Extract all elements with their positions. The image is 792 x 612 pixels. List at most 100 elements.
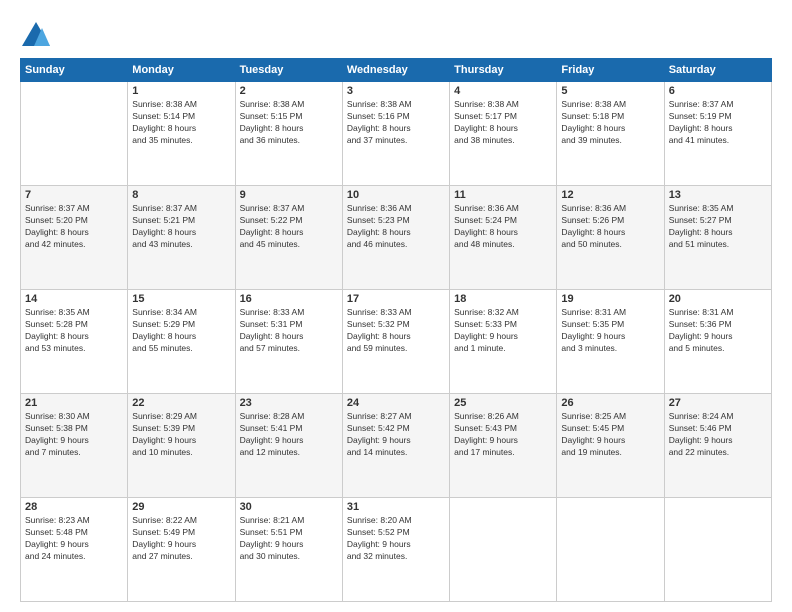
col-friday: Friday [557,59,664,82]
calendar-cell: 5Sunrise: 8:38 AMSunset: 5:18 PMDaylight… [557,82,664,186]
cell-info: Sunrise: 8:37 AMSunset: 5:21 PMDaylight:… [132,203,230,251]
logo [20,20,56,48]
calendar-week-row: 28 Sunrise: 8:23 AMSunset: 5:48 PMDayligh… [21,498,772,602]
cell-date-number: 4 [454,85,552,97]
cell-date-number: 1 [132,85,230,97]
cell-info: Sunrise: 8:37 AMSunset: 5:22 PMDaylight:… [240,203,338,251]
calendar-cell [557,498,664,602]
cell-info: Sunrise: 8:28 AMSunset: 5:41 PMDaylight:… [240,411,338,459]
cell-info: Sunrise: 8:36 AMSunset: 5:23 PMDaylight:… [347,203,445,251]
cell-info: Sunrise: 8:23 AMSunset: 5:48 PMDaylight:… [25,515,123,563]
calendar-cell: 6 Sunrise: 8:37 AMSunset: 5:19 PMDaylight… [664,82,771,186]
page: Sunday Monday Tuesday Wednesday Thursday… [0,0,792,612]
cell-date-number: 19 [561,293,659,305]
cell-date-number: 22 [132,397,230,409]
calendar-cell: 26Sunrise: 8:25 AMSunset: 5:45 PMDayligh… [557,394,664,498]
cell-date-number: 31 [347,501,445,513]
cell-date-number: 3 [347,85,445,97]
cell-info: Sunrise: 8:38 AMSunset: 5:16 PMDaylight:… [347,99,445,147]
calendar-cell: 27Sunrise: 8:24 AMSunset: 5:46 PMDayligh… [664,394,771,498]
col-saturday: Saturday [664,59,771,82]
calendar-cell: 20 Sunrise: 8:31 AMSunset: 5:36 PMDayligh… [664,290,771,394]
cell-info: Sunrise: 8:30 AMSunset: 5:38 PMDaylight:… [25,411,123,459]
cell-info: Sunrise: 8:36 AMSunset: 5:26 PMDaylight:… [561,203,659,251]
calendar-cell: 10 Sunrise: 8:36 AMSunset: 5:23 PMDayligh… [342,186,449,290]
cell-date-number: 16 [240,293,338,305]
calendar-cell: 29Sunrise: 8:22 AMSunset: 5:49 PMDayligh… [128,498,235,602]
col-tuesday: Tuesday [235,59,342,82]
cell-date-number: 23 [240,397,338,409]
cell-info: Sunrise: 8:27 AMSunset: 5:42 PMDaylight:… [347,411,445,459]
calendar-cell [664,498,771,602]
calendar-week-row: 14 Sunrise: 8:35 AMSunset: 5:28 PMDayligh… [21,290,772,394]
logo-icon [20,20,52,48]
calendar-cell: 7Sunrise: 8:37 AMSunset: 5:20 PMDaylight… [21,186,128,290]
col-wednesday: Wednesday [342,59,449,82]
calendar-cell: 14 Sunrise: 8:35 AMSunset: 5:28 PMDayligh… [21,290,128,394]
calendar-cell: 16 Sunrise: 8:33 AMSunset: 5:31 PMDayligh… [235,290,342,394]
calendar-week-row: 7Sunrise: 8:37 AMSunset: 5:20 PMDaylight… [21,186,772,290]
calendar-cell: 19 Sunrise: 8:31 AMSunset: 5:35 PMDayligh… [557,290,664,394]
cell-info: Sunrise: 8:37 AMSunset: 5:19 PMDaylight:… [669,99,767,147]
col-thursday: Thursday [450,59,557,82]
cell-date-number: 29 [132,501,230,513]
calendar-cell: 28 Sunrise: 8:23 AMSunset: 5:48 PMDayligh… [21,498,128,602]
cell-date-number: 20 [669,293,767,305]
cell-date-number: 6 [669,85,767,97]
cell-date-number: 27 [669,397,767,409]
cell-date-number: 25 [454,397,552,409]
calendar-week-row: 21 Sunrise: 8:30 AMSunset: 5:38 PMDayligh… [21,394,772,498]
cell-date-number: 14 [25,293,123,305]
cell-date-number: 28 [25,501,123,513]
cell-info: Sunrise: 8:25 AMSunset: 5:45 PMDaylight:… [561,411,659,459]
calendar-cell: 17 Sunrise: 8:33 AMSunset: 5:32 PMDayligh… [342,290,449,394]
cell-info: Sunrise: 8:20 AMSunset: 5:52 PMDaylight:… [347,515,445,563]
calendar-cell: 9 Sunrise: 8:37 AMSunset: 5:22 PMDaylight… [235,186,342,290]
calendar-cell: 24 Sunrise: 8:27 AMSunset: 5:42 PMDayligh… [342,394,449,498]
cell-info: Sunrise: 8:29 AMSunset: 5:39 PMDaylight:… [132,411,230,459]
cell-date-number: 2 [240,85,338,97]
calendar-cell [450,498,557,602]
cell-info: Sunrise: 8:31 AMSunset: 5:35 PMDaylight:… [561,307,659,355]
cell-date-number: 17 [347,293,445,305]
cell-date-number: 12 [561,189,659,201]
calendar-cell: 23 Sunrise: 8:28 AMSunset: 5:41 PMDayligh… [235,394,342,498]
cell-info: Sunrise: 8:33 AMSunset: 5:32 PMDaylight:… [347,307,445,355]
calendar-cell [21,82,128,186]
calendar-cell: 21 Sunrise: 8:30 AMSunset: 5:38 PMDayligh… [21,394,128,498]
calendar-cell: 2Sunrise: 8:38 AMSunset: 5:15 PMDaylight… [235,82,342,186]
cell-date-number: 24 [347,397,445,409]
cell-info: Sunrise: 8:38 AMSunset: 5:17 PMDaylight:… [454,99,552,147]
cell-info: Sunrise: 8:32 AMSunset: 5:33 PMDaylight:… [454,307,552,355]
cell-date-number: 10 [347,189,445,201]
col-sunday: Sunday [21,59,128,82]
calendar-cell: 1 Sunrise: 8:38 AMSunset: 5:14 PMDaylight… [128,82,235,186]
calendar-cell: 15Sunrise: 8:34 AMSunset: 5:29 PMDayligh… [128,290,235,394]
header [20,20,772,48]
calendar-cell: 18Sunrise: 8:32 AMSunset: 5:33 PMDayligh… [450,290,557,394]
cell-info: Sunrise: 8:36 AMSunset: 5:24 PMDaylight:… [454,203,552,251]
cell-date-number: 9 [240,189,338,201]
cell-info: Sunrise: 8:35 AMSunset: 5:27 PMDaylight:… [669,203,767,251]
cell-date-number: 13 [669,189,767,201]
calendar-cell: 4 Sunrise: 8:38 AMSunset: 5:17 PMDaylight… [450,82,557,186]
calendar-cell: 22 Sunrise: 8:29 AMSunset: 5:39 PMDayligh… [128,394,235,498]
calendar-cell: 12 Sunrise: 8:36 AMSunset: 5:26 PMDayligh… [557,186,664,290]
calendar-cell: 25Sunrise: 8:26 AMSunset: 5:43 PMDayligh… [450,394,557,498]
cell-info: Sunrise: 8:21 AMSunset: 5:51 PMDaylight:… [240,515,338,563]
calendar-cell: 13 Sunrise: 8:35 AMSunset: 5:27 PMDayligh… [664,186,771,290]
cell-date-number: 8 [132,189,230,201]
cell-info: Sunrise: 8:31 AMSunset: 5:36 PMDaylight:… [669,307,767,355]
calendar-cell: 30 Sunrise: 8:21 AMSunset: 5:51 PMDayligh… [235,498,342,602]
cell-info: Sunrise: 8:38 AMSunset: 5:14 PMDaylight:… [132,99,230,147]
calendar-cell: 11Sunrise: 8:36 AMSunset: 5:24 PMDayligh… [450,186,557,290]
cell-date-number: 5 [561,85,659,97]
cell-info: Sunrise: 8:33 AMSunset: 5:31 PMDaylight:… [240,307,338,355]
cell-date-number: 7 [25,189,123,201]
cell-date-number: 30 [240,501,338,513]
calendar-cell: 3 Sunrise: 8:38 AMSunset: 5:16 PMDaylight… [342,82,449,186]
cell-date-number: 21 [25,397,123,409]
header-row: Sunday Monday Tuesday Wednesday Thursday… [21,59,772,82]
cell-info: Sunrise: 8:35 AMSunset: 5:28 PMDaylight:… [25,307,123,355]
calendar-table: Sunday Monday Tuesday Wednesday Thursday… [20,58,772,602]
